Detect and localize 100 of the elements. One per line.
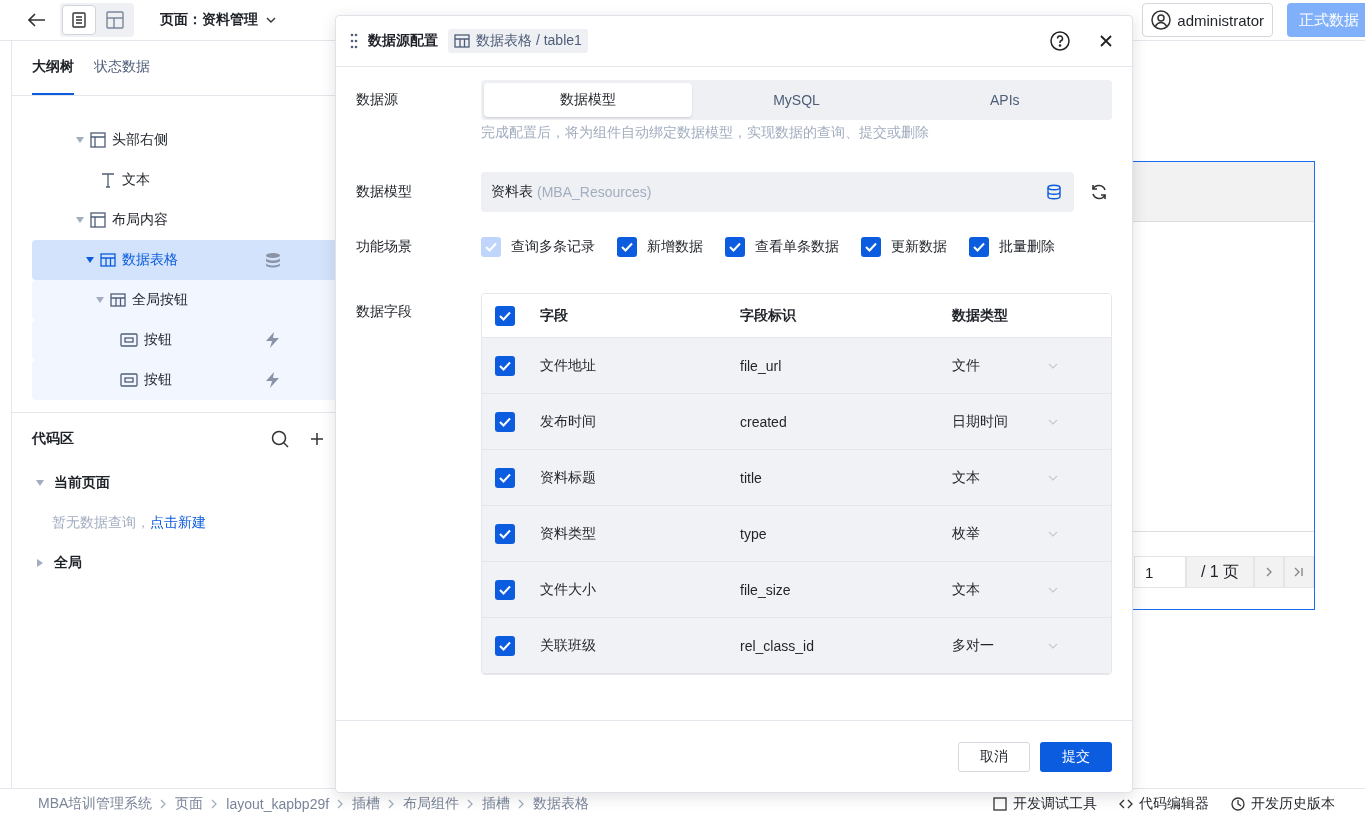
source-tab[interactable]: 数据模型 <box>484 83 693 117</box>
checkbox[interactable] <box>861 237 881 257</box>
column-header: 字段标识 <box>740 306 797 325</box>
close-icon[interactable] <box>1100 35 1112 47</box>
checkbox[interactable] <box>495 411 515 432</box>
table-cell-text: 资料类型 <box>540 524 597 543</box>
table-cell-text: file_size <box>740 581 792 598</box>
field-label: 数据模型 <box>356 183 413 201</box>
model-field[interactable]: 资料表 (MBA_Resources) <box>481 172 1074 212</box>
checkbox[interactable] <box>969 237 989 257</box>
type-select[interactable]: 多对一 <box>952 636 1058 655</box>
checkbox[interactable] <box>495 467 515 488</box>
chevron-down-icon <box>1048 586 1058 593</box>
layout-icon <box>90 212 106 228</box>
tree-item[interactable]: 文本 <box>32 160 341 200</box>
breadcrumb-item[interactable]: layout_kapbp29f <box>226 795 330 812</box>
empty-text: 暂无数据查询， <box>52 514 150 532</box>
check-icon <box>499 360 511 371</box>
field-label: 数据源 <box>356 91 399 109</box>
text-icon <box>100 172 116 188</box>
sidebar-tab[interactable]: 大纲树 <box>32 41 74 95</box>
button-icon <box>120 373 138 387</box>
chevron-down-icon <box>1048 418 1058 425</box>
breadcrumb-item[interactable]: 插槽 <box>482 794 511 813</box>
tree-item[interactable]: 头部右侧 <box>32 120 341 160</box>
search-icon[interactable] <box>271 430 289 448</box>
chevron-down-icon <box>1048 642 1058 649</box>
lightning-icon <box>265 332 281 348</box>
footer-tool[interactable]: 开发历史版本 <box>1231 794 1335 813</box>
page-selector[interactable]: 页面：资料管理 <box>154 10 282 30</box>
sidebar-tab[interactable]: 状态数据 <box>94 41 150 95</box>
checkbox[interactable] <box>495 579 515 600</box>
check-icon <box>485 242 497 252</box>
breadcrumb-item[interactable]: 插槽 <box>352 794 381 813</box>
grid-icon <box>454 34 470 48</box>
checkbox[interactable] <box>495 355 515 376</box>
type-select[interactable]: 枚举 <box>952 524 1058 543</box>
checkbox[interactable] <box>725 237 745 257</box>
checkbox-label: 新增数据 <box>647 238 703 256</box>
group-label[interactable]: 当前页面 <box>54 474 110 492</box>
table-cell-text: 文件大小 <box>540 580 597 599</box>
check-icon <box>621 242 633 252</box>
user-button[interactable]: administrator <box>1142 3 1273 37</box>
back-icon[interactable] <box>28 13 46 27</box>
add-icon[interactable] <box>311 432 323 446</box>
check-icon <box>865 242 877 252</box>
clock-icon <box>1231 796 1245 811</box>
component-tag: 数据表格 / table1 <box>448 29 588 53</box>
field-label: 数据字段 <box>356 302 413 321</box>
user-icon <box>1151 10 1172 30</box>
grid-icon <box>100 253 116 267</box>
drag-handle-icon[interactable] <box>350 33 358 49</box>
field-label: 功能场景 <box>356 238 413 256</box>
checkbox[interactable] <box>617 237 637 257</box>
table-cell-text: 文件地址 <box>540 356 597 375</box>
help-icon[interactable] <box>1050 31 1070 51</box>
section-title: 代码区 <box>32 430 74 448</box>
breadcrumb-item[interactable]: 布局组件 <box>403 794 460 813</box>
table-cell-text: 关联班级 <box>540 636 597 655</box>
breadcrumb-item[interactable]: 页面 <box>175 794 204 813</box>
source-tab[interactable]: MySQL <box>692 83 901 117</box>
button-icon <box>120 333 138 347</box>
caret-icon[interactable] <box>86 256 94 264</box>
type-select[interactable]: 文本 <box>952 468 1058 487</box>
checkbox[interactable] <box>495 635 515 656</box>
view-mode-button[interactable] <box>62 5 96 35</box>
checkbox-label: 更新数据 <box>891 238 947 256</box>
lightning-icon <box>265 372 281 388</box>
chevron-down-icon <box>1048 530 1058 537</box>
breadcrumb-item[interactable]: 数据表格 <box>533 794 590 813</box>
footer-tool[interactable]: 代码编辑器 <box>1119 794 1209 813</box>
type-select[interactable]: 文件 <box>952 356 1058 375</box>
type-select[interactable]: 日期时间 <box>952 412 1058 431</box>
submit-button[interactable]: 提交 <box>1040 741 1112 772</box>
check-icon <box>499 310 511 321</box>
table-cell-text: rel_class_id <box>740 637 815 654</box>
checkbox-label: 批量删除 <box>999 238 1055 256</box>
create-link[interactable]: 点击新建 <box>150 514 206 532</box>
chevron-icon <box>388 798 396 809</box>
source-tab[interactable]: APIs <box>900 83 1109 117</box>
square-icon <box>993 796 1007 811</box>
database-icon <box>1046 184 1062 200</box>
page-input[interactable]: 1 <box>1134 556 1186 588</box>
column-header: 字段 <box>540 306 569 325</box>
check-icon <box>499 640 511 651</box>
check-icon <box>499 416 511 427</box>
tree-item[interactable]: 布局内容 <box>32 200 341 240</box>
check-icon <box>729 242 741 252</box>
table-cell-text: created <box>740 413 788 430</box>
layout-icon <box>90 132 106 148</box>
group-label[interactable]: 全局 <box>54 554 82 572</box>
refresh-icon[interactable] <box>1090 183 1108 201</box>
breadcrumb-item[interactable]: MBA培训管理系统 <box>38 794 153 813</box>
type-select[interactable]: 文本 <box>952 580 1058 599</box>
footer-tool[interactable]: 开发调试工具 <box>993 794 1097 813</box>
table-cell-text: type <box>740 525 768 542</box>
checkbox[interactable] <box>495 523 515 544</box>
cancel-button[interactable]: 取消 <box>958 741 1030 772</box>
checkbox[interactable] <box>495 305 515 326</box>
checkbox-label: 查询多条记录 <box>511 238 595 256</box>
